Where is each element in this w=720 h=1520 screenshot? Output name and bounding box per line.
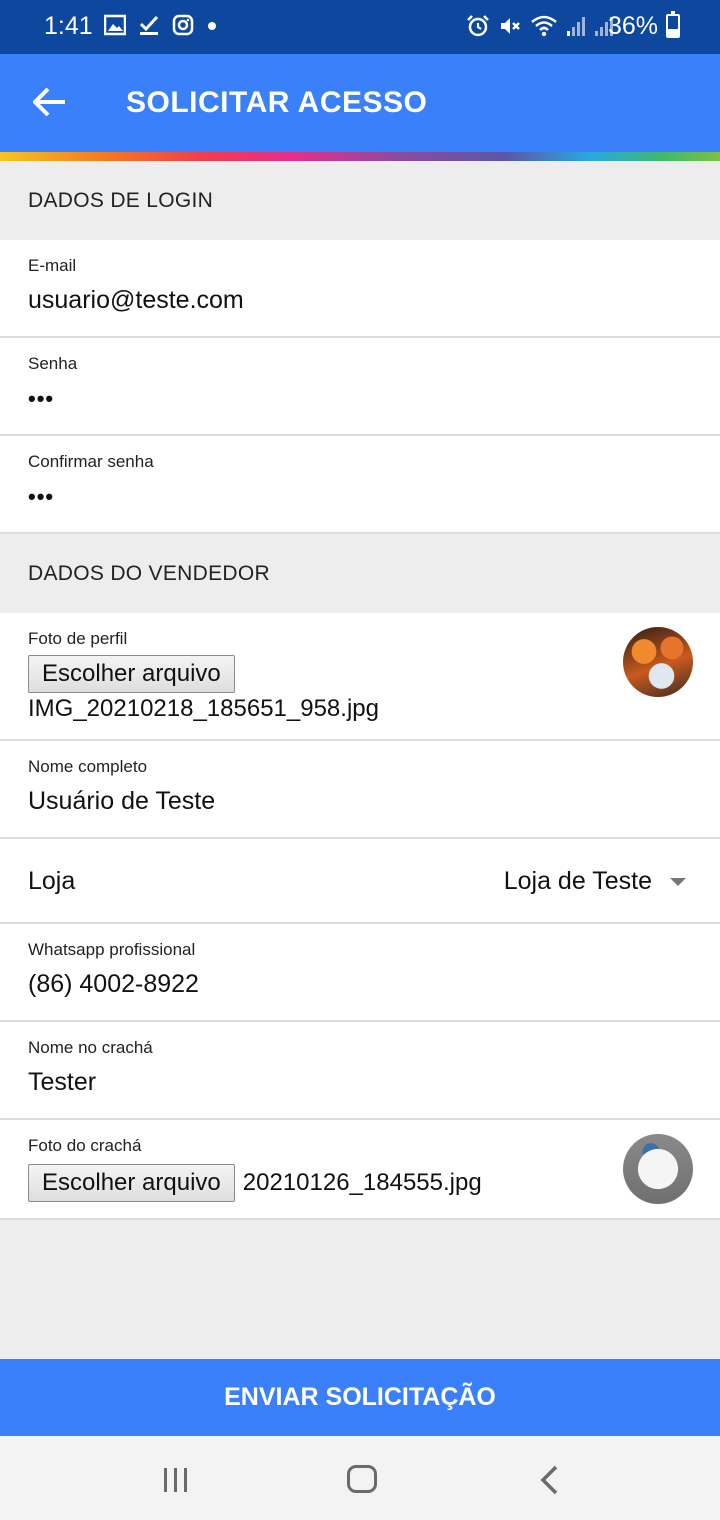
email-field[interactable]: E-mail usuario@teste.com bbox=[0, 240, 720, 338]
status-system-icons bbox=[466, 14, 614, 38]
battery-icon bbox=[666, 11, 680, 38]
wifi-icon bbox=[531, 15, 557, 37]
store-select[interactable]: Loja de Teste bbox=[504, 867, 686, 896]
app-bar: SOLICITAR ACESSO bbox=[0, 54, 720, 152]
request-access-form: DADOS DE LOGIN E-mail usuario@teste.com … bbox=[0, 161, 720, 1220]
instagram-icon bbox=[172, 14, 194, 36]
profile-photo-file-name: IMG_20210218_185651_958.jpg bbox=[28, 695, 379, 722]
alarm-icon bbox=[467, 15, 489, 37]
recent-apps-icon[interactable] bbox=[162, 1466, 190, 1494]
badge-name-value[interactable]: Tester bbox=[28, 1058, 720, 1097]
mute-icon bbox=[501, 18, 520, 34]
battery-percent: 36% bbox=[607, 12, 658, 40]
profile-photo-choose-button[interactable]: Escolher arquivo bbox=[28, 655, 235, 693]
email-label: E-mail bbox=[28, 256, 77, 275]
password-field[interactable]: Senha ••• bbox=[0, 338, 720, 436]
full-name-label: Nome completo bbox=[28, 757, 148, 776]
page-title: SOLICITAR ACESSO bbox=[126, 86, 428, 119]
badge-name-field[interactable]: Nome no crachá Tester bbox=[0, 1022, 720, 1120]
confirm-password-field[interactable]: Confirmar senha ••• bbox=[0, 436, 720, 534]
status-bar: 1:41 36% bbox=[0, 0, 720, 54]
profile-photo-field: Foto de perfil Escolher arquivo IMG_2021… bbox=[0, 613, 720, 741]
task-done-icon bbox=[139, 15, 159, 35]
profile-photo-thumbnail bbox=[623, 627, 693, 697]
whatsapp-field[interactable]: Whatsapp profissional (86) 4002-8922 bbox=[0, 924, 720, 1022]
badge-photo-choose-button[interactable]: Escolher arquivo bbox=[28, 1164, 235, 1202]
badge-photo-field: Foto do crachá Escolher arquivo 20210126… bbox=[0, 1120, 720, 1220]
badge-photo-label: Foto do crachá bbox=[28, 1136, 142, 1155]
submit-request-button[interactable]: ENVIAR SOLICITAÇÃO bbox=[0, 1359, 720, 1436]
password-label: Senha bbox=[28, 354, 78, 373]
whatsapp-value[interactable]: (86) 4002-8922 bbox=[28, 960, 720, 999]
store-select-field[interactable]: Loja Loja de Teste bbox=[0, 839, 720, 924]
status-time: 1:41 bbox=[44, 12, 93, 40]
badge-photo-file-name: 20210126_184555.jpg bbox=[242, 1169, 482, 1196]
full-name-field[interactable]: Nome completo Usuário de Teste bbox=[0, 741, 720, 839]
store-selected-value: Loja de Teste bbox=[503, 867, 652, 895]
password-value[interactable]: ••• bbox=[28, 374, 720, 412]
signal-icon-1 bbox=[567, 17, 585, 36]
rainbow-divider bbox=[0, 152, 720, 161]
notification-dot-icon bbox=[208, 22, 216, 30]
gallery-icon bbox=[104, 14, 126, 36]
full-name-value[interactable]: Usuário de Teste bbox=[28, 777, 720, 816]
whatsapp-label: Whatsapp profissional bbox=[28, 940, 196, 959]
confirm-password-value[interactable]: ••• bbox=[28, 472, 720, 510]
back-button[interactable] bbox=[26, 78, 74, 126]
profile-photo-label: Foto de perfil bbox=[28, 629, 128, 648]
badge-photo-thumbnail bbox=[623, 1134, 693, 1204]
status-notification-icons bbox=[104, 14, 218, 36]
home-icon[interactable] bbox=[347, 1465, 377, 1493]
system-navigation-bar bbox=[0, 1436, 720, 1520]
email-value[interactable]: usuario@teste.com bbox=[28, 276, 720, 315]
section-header-login: DADOS DE LOGIN bbox=[0, 161, 720, 240]
arrow-back-icon bbox=[33, 87, 65, 117]
badge-name-label: Nome no crachá bbox=[28, 1038, 153, 1057]
section-header-seller: DADOS DO VENDEDOR bbox=[0, 534, 720, 613]
confirm-password-label: Confirmar senha bbox=[28, 452, 154, 471]
store-label: Loja bbox=[28, 867, 76, 895]
system-back-icon[interactable] bbox=[538, 1464, 562, 1496]
dropdown-caret-icon bbox=[670, 877, 686, 886]
